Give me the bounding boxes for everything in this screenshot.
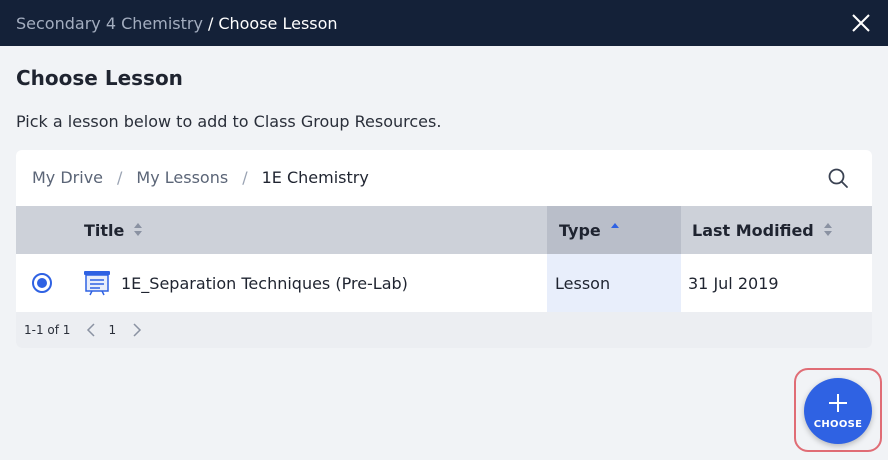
- lesson-icon: [84, 271, 110, 296]
- sort-ascending-icon: [610, 223, 619, 237]
- column-header-type[interactable]: Type: [547, 206, 681, 254]
- close-icon: [852, 14, 870, 32]
- path-item-my-drive[interactable]: My Drive: [32, 168, 103, 187]
- path-item-current: 1E Chemistry: [261, 168, 369, 187]
- next-page-button[interactable]: [128, 321, 146, 339]
- search-button[interactable]: [826, 166, 850, 190]
- path-item-my-lessons[interactable]: My Lessons: [136, 168, 228, 187]
- pagination: 1-1 of 1 1: [16, 312, 872, 348]
- page-subtitle: Pick a lesson below to add to Class Grou…: [16, 112, 442, 131]
- sort-icon: [823, 223, 832, 237]
- chevron-left-icon: [87, 323, 95, 337]
- cell-title: 1E_Separation Techniques (Pre-Lab): [121, 273, 408, 293]
- pagination-range: 1-1 of 1: [24, 323, 71, 337]
- sort-icon: [134, 223, 143, 237]
- breadcrumb-parent[interactable]: Secondary 4 Chemistry: [16, 14, 203, 33]
- close-button[interactable]: [848, 10, 874, 36]
- choose-label: CHOOSE: [813, 418, 863, 430]
- breadcrumb-current: Choose Lesson: [218, 13, 338, 33]
- column-label: Type: [559, 220, 601, 240]
- page-title: Choose Lesson: [16, 66, 183, 90]
- path-separator: /: [242, 168, 248, 187]
- cell-last-modified: 31 Jul 2019: [688, 273, 779, 293]
- page-number[interactable]: 1: [108, 323, 116, 337]
- table-row[interactable]: 1E_Separation Techniques (Pre-Lab) Lesso…: [16, 254, 872, 312]
- previous-page-button[interactable]: [82, 321, 100, 339]
- row-radio-selected[interactable]: [32, 273, 52, 293]
- modal-header: Secondary 4 Chemistry / Choose Lesson: [0, 0, 888, 46]
- path-separator: /: [117, 168, 123, 187]
- lesson-browser-panel: My Drive / My Lessons / 1E Chemistry Tit…: [16, 150, 872, 348]
- column-label: Title: [84, 220, 125, 240]
- table-header: Title Type Last Modified: [16, 206, 872, 254]
- plus-icon: [829, 393, 847, 412]
- column-label: Last Modified: [692, 220, 814, 240]
- choose-button[interactable]: CHOOSE: [804, 378, 872, 444]
- breadcrumb-separator: /: [207, 13, 214, 33]
- column-header-last-modified[interactable]: Last Modified: [681, 206, 872, 254]
- search-icon: [828, 168, 848, 188]
- folder-breadcrumb: My Drive / My Lessons / 1E Chemistry: [32, 168, 369, 187]
- cell-type: Lesson: [547, 254, 681, 312]
- chevron-right-icon: [133, 323, 142, 337]
- column-header-title[interactable]: Title: [84, 206, 546, 254]
- radio-dot: [37, 278, 47, 288]
